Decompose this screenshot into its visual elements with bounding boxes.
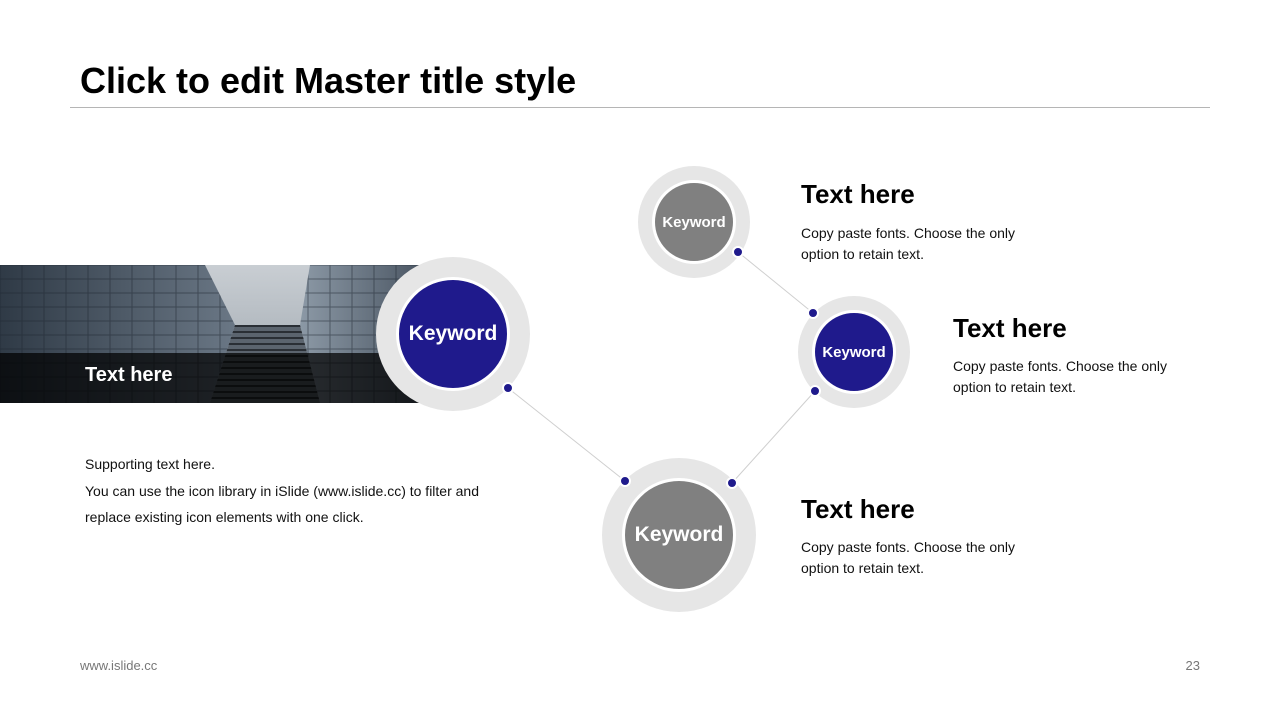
node-main-label: Keyword (396, 277, 510, 391)
block-1-body: Copy paste fonts. Choose the only option… (801, 225, 1016, 262)
supporting-line: You can use the icon library in iSlide (… (85, 482, 480, 499)
block-2-body: Copy paste fonts. Choose the only option… (953, 358, 1168, 395)
node-bottom-dot-left (619, 475, 631, 487)
node-right-label: Keyword (812, 310, 896, 394)
node-right-dot-bottom (809, 385, 821, 397)
node-bottom-label: Keyword (622, 478, 736, 592)
node-main-dot (502, 382, 514, 394)
block-3-title: Text here (801, 494, 915, 524)
node-bottom-dot-right (726, 477, 738, 489)
node-right-dot-top (807, 307, 819, 319)
connector-main-bottom (507, 387, 626, 482)
node-top-dot (732, 246, 744, 258)
footer-url: www.islide.cc (80, 658, 158, 673)
supporting-line: replace existing icon elements with one … (85, 509, 364, 525)
supporting-line: Supporting text here. (85, 456, 215, 472)
block-1-title: Text here (801, 179, 915, 209)
page-number: 23 (1185, 658, 1200, 673)
block-2-title: Text here (953, 313, 1067, 343)
block-3-body: Copy paste fonts. Choose the only option… (801, 539, 1016, 576)
node-top-label: Keyword (652, 180, 736, 264)
connector-right-bottom (731, 390, 816, 484)
supporting-text: Supporting text here. You can use the ic… (85, 451, 515, 531)
